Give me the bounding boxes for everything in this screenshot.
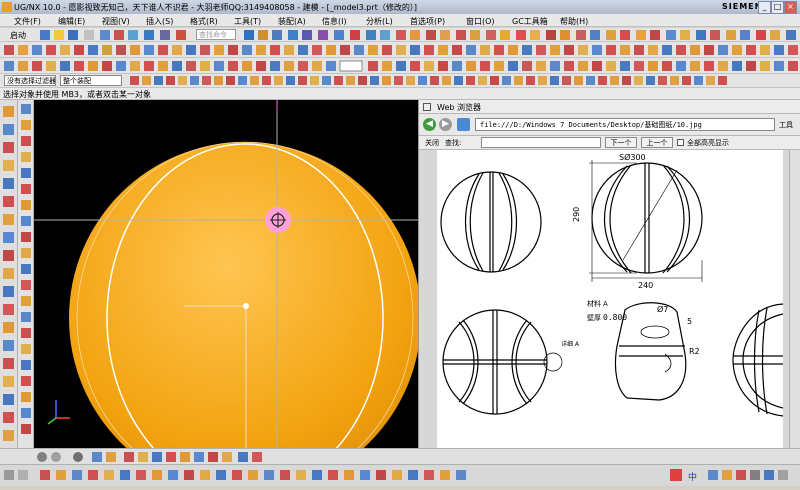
- standard-toolbar: 启动 查找命令: [0, 28, 800, 42]
- dim-width: 240: [638, 281, 653, 290]
- forward-arrow-icon[interactable]: ▶: [439, 118, 452, 131]
- selection-scope-select[interactable]: 整个装配: [60, 75, 122, 86]
- menu-insert[interactable]: 插入(S): [146, 16, 173, 27]
- snap-icon-strip: [130, 76, 727, 85]
- menu-analysis[interactable]: 分析(L): [366, 16, 393, 27]
- browser-titlebar: Web 浏览器: [419, 100, 800, 114]
- bottom-icon-strip: [37, 452, 262, 462]
- basketball-drawing: SØ300 290 240 材料 A 壁厚 0.800 详细 A Ø7 5 R2: [440, 152, 784, 417]
- detail-label: 详细 A: [561, 340, 580, 348]
- window-title: UG/NX 10.0 - 愿影视致无知己，天下谁人不识君 - 大羽老师QQ:31…: [14, 3, 417, 12]
- view-toolbar: [18, 100, 34, 448]
- menu-bar: 文件(F) 编辑(E) 视图(V) 插入(S) 格式(R) 工具(T) 装配(A…: [0, 14, 800, 27]
- web-browser-panel: Web 浏览器 ◀ ▶ file:///D:/Windows 7 Documen…: [418, 100, 800, 448]
- bottom-view: [442, 309, 563, 415]
- ime-indicator[interactable]: 中: [688, 470, 697, 483]
- surface-toolbar-icons[interactable]: [0, 58, 800, 74]
- material-label: 材料: [587, 299, 601, 308]
- wcs-triad: [47, 400, 70, 425]
- browser-navbar: ◀ ▶ file:///D:/Windows 7 Documents/Deskt…: [419, 114, 800, 136]
- menu-assembly[interactable]: 装配(A): [278, 16, 306, 27]
- front-view: [440, 171, 542, 273]
- find-bar: 关闭 查找: 下一个 上一个 全部高亮显示: [419, 136, 800, 150]
- surface-toolbar: [0, 58, 800, 74]
- standard-toolbar-icons[interactable]: [0, 28, 800, 42]
- drawing-image: SØ300 290 240 材料 A 壁厚 0.800 详细 A Ø7 5 R2: [437, 150, 784, 448]
- highlight-all-label: 全部高亮显示: [687, 139, 729, 147]
- partial-right-view: [732, 303, 784, 417]
- view-icon-strip: [21, 104, 31, 434]
- feature-toolbar-icons[interactable]: [0, 42, 800, 58]
- status-bar-icons[interactable]: [0, 465, 800, 487]
- find-label: 查找:: [445, 139, 462, 147]
- toolbar-icon-strip-1: [40, 30, 796, 40]
- thickness-value: 0.800: [603, 313, 627, 322]
- title-bar: UG/NX 10.0 - 愿影视致无知己，天下谁人不识君 - 大羽老师QQ:31…: [0, 0, 800, 14]
- menu-info[interactable]: 信息(I): [322, 16, 347, 27]
- snap-toolbar-icons[interactable]: [126, 74, 800, 88]
- menu-format[interactable]: 格式(R): [190, 16, 218, 27]
- close-button[interactable]: ×: [784, 1, 797, 14]
- maximize-button[interactable]: □: [771, 1, 784, 14]
- menu-tools[interactable]: 工具(T): [234, 16, 261, 27]
- dim-hole: Ø7: [657, 304, 668, 314]
- material-value: A: [603, 300, 608, 308]
- find-input[interactable]: [481, 137, 601, 148]
- menu-window[interactable]: 窗口(O): [466, 16, 495, 27]
- feature-toolbar: [0, 42, 800, 58]
- thickness-label: 壁厚: [587, 313, 601, 322]
- find-prev-button[interactable]: 上一个: [641, 137, 673, 148]
- menu-view[interactable]: 视图(V): [102, 16, 130, 27]
- selection-toolbar: 没有选择过滤器 整个装配: [0, 74, 800, 88]
- dim-slot: 5: [687, 317, 692, 326]
- toolbar-icon-strip-2: [4, 45, 798, 55]
- bottom-toolbar-icons[interactable]: [0, 449, 800, 465]
- resource-icon-strip: [3, 106, 14, 441]
- prompt-text: 选择对象并使用 MB3，或者双击某一对象: [3, 90, 152, 99]
- address-input[interactable]: file:///D:/Windows 7 Documents/Desktop/基…: [475, 118, 775, 131]
- find-next-button[interactable]: 下一个: [605, 137, 637, 148]
- app-icon: [2, 2, 12, 12]
- find-close-button[interactable]: 关闭: [425, 138, 439, 148]
- refresh-icon[interactable]: [457, 118, 470, 131]
- menu-file[interactable]: 文件(F): [14, 16, 41, 27]
- browser-scrollbar[interactable]: [789, 150, 800, 448]
- browser-window-icon: [423, 103, 431, 111]
- resource-bar-icons[interactable]: [0, 100, 18, 460]
- dim-diameter: SØ300: [619, 152, 646, 162]
- resource-bar: [0, 100, 18, 460]
- graphics-window[interactable]: [34, 100, 418, 448]
- prompt-bar: 选择对象并使用 MB3，或者双击某一对象: [0, 88, 800, 100]
- bottom-toolbar: [0, 448, 800, 464]
- dim-radius: R2: [689, 347, 700, 356]
- menu-preferences[interactable]: 首选项(P): [410, 16, 445, 27]
- browser-title: Web 浏览器: [437, 103, 481, 112]
- back-arrow-icon[interactable]: ◀: [423, 118, 436, 131]
- model-view[interactable]: [34, 100, 418, 448]
- browser-tools-menu[interactable]: 工具: [779, 120, 793, 130]
- menu-help[interactable]: 帮助(H): [560, 16, 588, 27]
- view-toolbar-icons[interactable]: [18, 100, 34, 448]
- status-bar: 中: [0, 464, 800, 486]
- status-icon-strip: [4, 469, 788, 481]
- minimize-button[interactable]: _: [758, 1, 771, 14]
- menu-edit[interactable]: 编辑(E): [58, 16, 85, 27]
- selection-filter-select[interactable]: 没有选择过滤器: [4, 75, 56, 86]
- side-view: [589, 160, 703, 282]
- toolbar-icon-strip-3: [4, 60, 798, 72]
- sketch-point: [243, 303, 249, 309]
- menu-gc-toolbox[interactable]: GC工具箱: [512, 16, 548, 27]
- highlight-all-checkbox[interactable]: [677, 139, 684, 146]
- dim-height: 290: [572, 207, 581, 222]
